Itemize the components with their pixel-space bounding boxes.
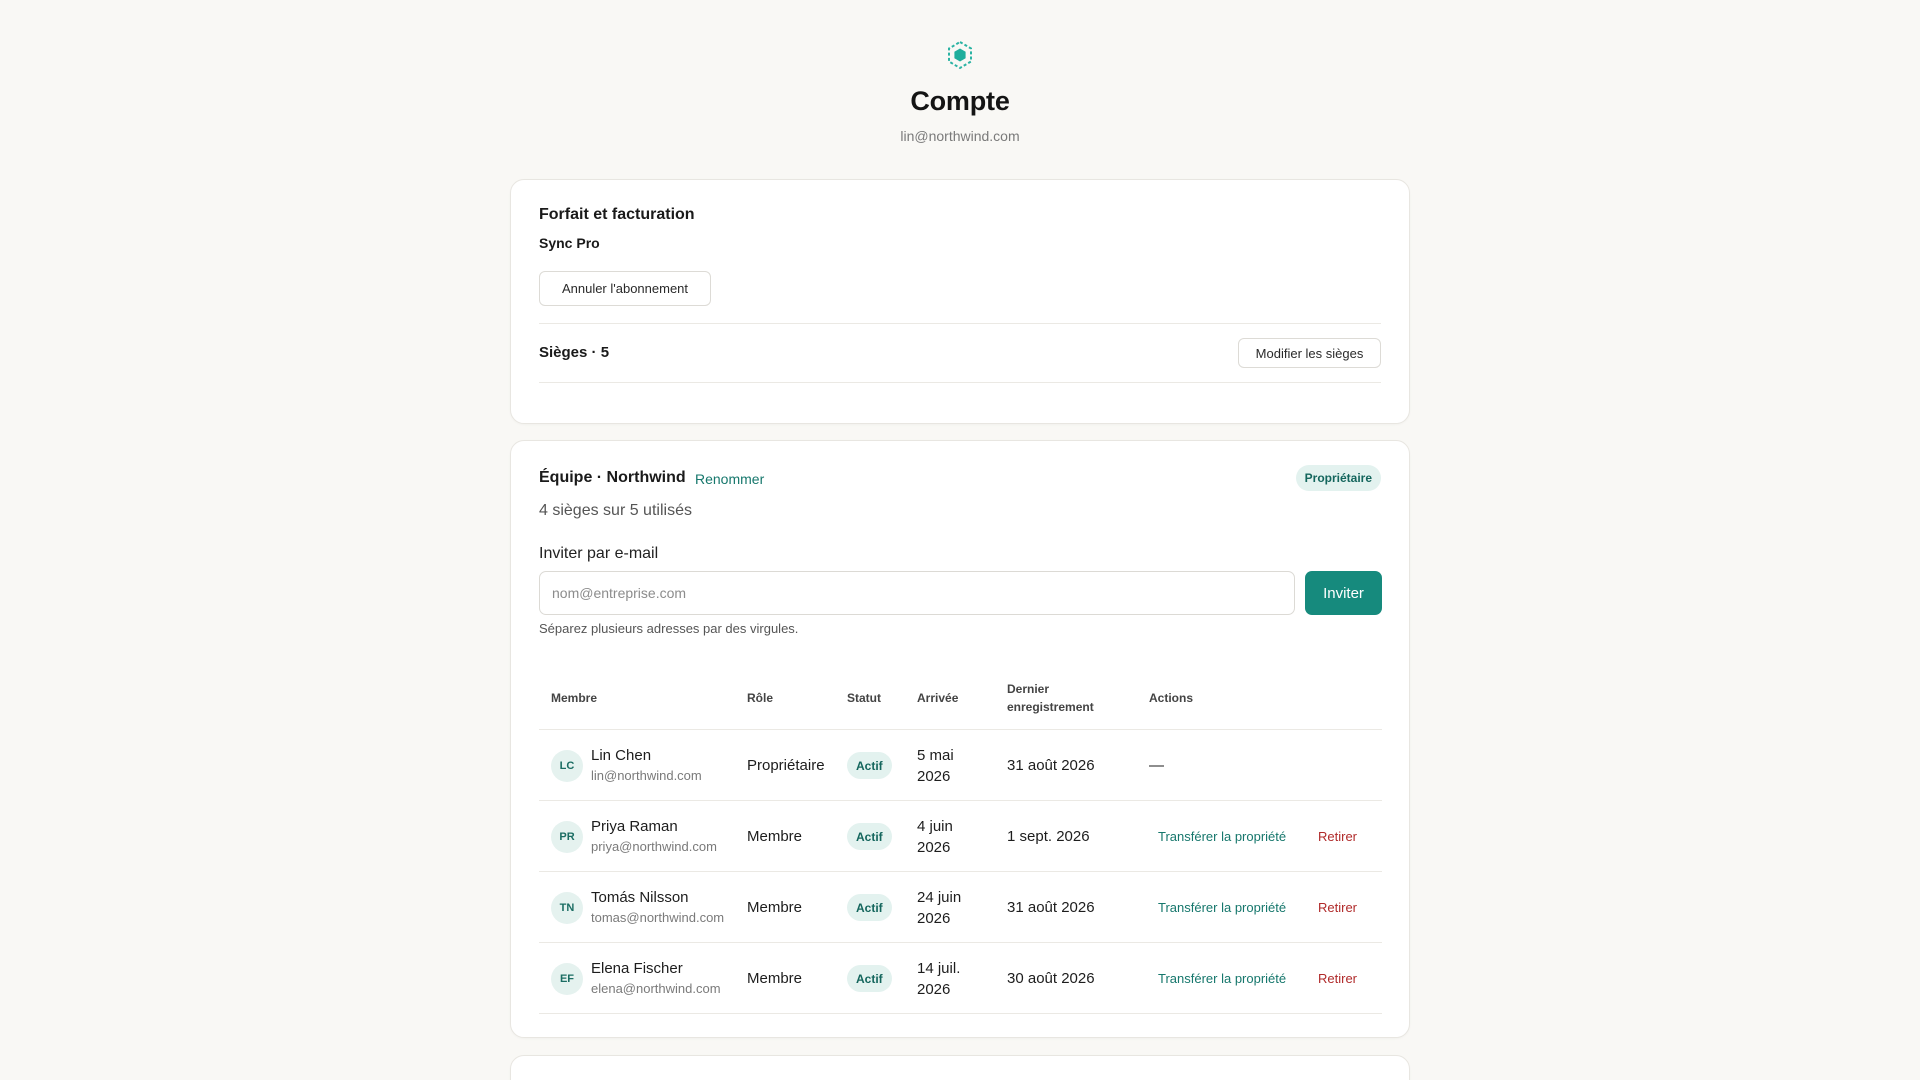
- column-header-member: Membre: [551, 691, 598, 705]
- page-title: Compte: [910, 86, 1010, 116]
- member-email: lin@northwind.com: [591, 768, 702, 783]
- member-last-checkin: 31 août 2026: [1007, 757, 1095, 774]
- member-last-checkin: 1 sept. 2026: [1007, 828, 1090, 845]
- owner-role-badge: Propriétaire: [1295, 465, 1381, 491]
- plan-name: Sync Pro: [539, 235, 600, 251]
- member-email: priya@northwind.com: [591, 839, 717, 854]
- remove-member-link[interactable]: Retirer: [1318, 900, 1357, 915]
- member-arrival: 4 juin 2026: [917, 818, 953, 856]
- table-row: TN Tomás Nilsson tomas@northwind.com Mem…: [539, 872, 1382, 943]
- divider: [539, 382, 1381, 383]
- account-page: Compte lin@northwind.com Forfait et fact…: [0, 0, 1920, 1080]
- modify-seats-button[interactable]: Modifier les sièges: [1238, 338, 1381, 368]
- member-email: elena@northwind.com: [591, 981, 721, 996]
- status-badge: Actif: [847, 752, 892, 779]
- column-header-role: Rôle: [747, 691, 774, 705]
- hexagon-logo-icon: [948, 40, 972, 70]
- invite-email-input[interactable]: [539, 571, 1295, 615]
- member-role: Propriétaire: [747, 757, 825, 774]
- table-row: PR Priya Raman priya@northwind.com Membr…: [539, 801, 1382, 872]
- member-last-checkin: 31 août 2026: [1007, 899, 1095, 916]
- column-header-actions: Actions: [1149, 691, 1194, 705]
- member-arrival: 24 juin 2026: [917, 889, 962, 927]
- status-badge: Actif: [847, 823, 892, 850]
- members-table: Membre Rôle Statut Arrivée Dernier enreg…: [539, 664, 1382, 1014]
- next-card: [510, 1055, 1410, 1080]
- avatar: PR: [551, 821, 583, 853]
- transfer-ownership-link[interactable]: Transférer la propriété: [1158, 900, 1286, 915]
- no-actions: —: [1149, 757, 1164, 774]
- account-email: lin@northwind.com: [900, 128, 1020, 144]
- invite-hint: Séparez plusieurs adresses par des virgu…: [539, 621, 799, 636]
- member-role: Membre: [747, 828, 803, 845]
- remove-member-link[interactable]: Retirer: [1318, 829, 1357, 844]
- transfer-ownership-link[interactable]: Transférer la propriété: [1158, 971, 1286, 986]
- member-email: tomas@northwind.com: [591, 910, 725, 925]
- member-arrival: 14 juil. 2026: [917, 960, 961, 998]
- member-name: Priya Raman: [591, 818, 678, 835]
- column-header-last-checkin: Dernier enregistrement: [1007, 682, 1094, 714]
- seats-label: Sièges · 5: [539, 344, 610, 361]
- member-role: Membre: [747, 899, 803, 916]
- billing-title: Forfait et facturation: [539, 206, 695, 223]
- remove-member-link[interactable]: Retirer: [1318, 971, 1357, 986]
- avatar: TN: [551, 892, 583, 924]
- table-header: Membre Rôle Statut Arrivée Dernier enreg…: [539, 664, 1382, 730]
- invite-button[interactable]: Inviter: [1305, 571, 1382, 615]
- member-arrival: 5 mai 2026: [917, 747, 954, 785]
- divider: [539, 323, 1381, 324]
- team-title: Équipe · Northwind: [539, 469, 686, 486]
- avatar: LC: [551, 750, 583, 782]
- member-name: Tomás Nilsson: [591, 889, 689, 906]
- transfer-ownership-link[interactable]: Transférer la propriété: [1158, 829, 1286, 844]
- table-row: EF Elena Fischer elena@northwind.com Mem…: [539, 943, 1382, 1014]
- status-badge: Actif: [847, 965, 892, 992]
- member-last-checkin: 30 août 2026: [1007, 970, 1095, 987]
- column-header-status: Statut: [847, 691, 881, 705]
- member-name: Elena Fischer: [591, 960, 683, 977]
- rename-team-link[interactable]: Renommer: [695, 471, 764, 487]
- status-badge: Actif: [847, 894, 892, 921]
- cancel-subscription-button[interactable]: Annuler l'abonnement: [539, 271, 711, 306]
- member-role: Membre: [747, 970, 803, 987]
- column-header-arrival: Arrivée: [917, 691, 959, 705]
- avatar: EF: [551, 963, 583, 995]
- billing-card: Forfait et facturation Sync Pro Annuler …: [510, 179, 1410, 424]
- table-row: LC Lin Chen lin@northwind.com Propriétai…: [539, 730, 1382, 801]
- seats-used-text: 4 sièges sur 5 utilisés: [539, 502, 692, 519]
- member-name: Lin Chen: [591, 747, 652, 764]
- invite-email-label: Inviter par e-mail: [539, 545, 659, 562]
- team-card: Équipe · Northwind Renommer Propriétaire…: [510, 440, 1410, 1038]
